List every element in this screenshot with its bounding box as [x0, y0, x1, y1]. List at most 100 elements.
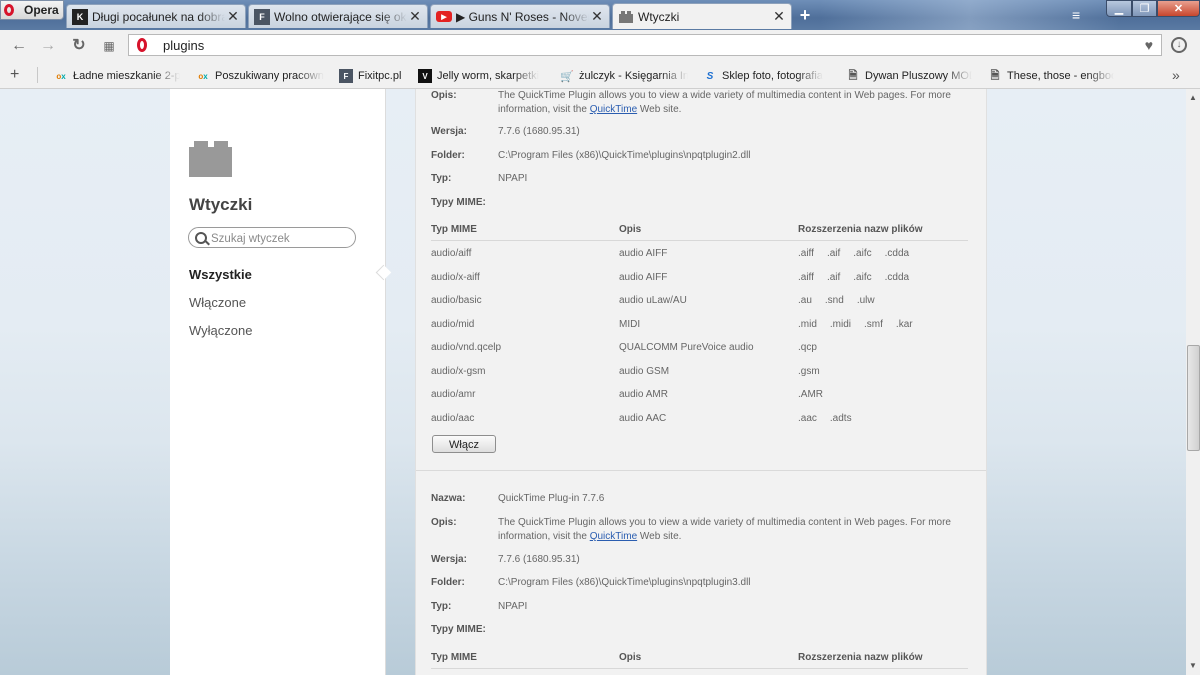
- bookmark-item[interactable]: V Jelly worm, skarpetki: [418, 68, 544, 84]
- desc-label: Opis:: [431, 90, 457, 101]
- maximize-window-button[interactable]: ❐: [1132, 0, 1157, 17]
- scrollbar-thumb[interactable]: [1187, 345, 1200, 451]
- add-bookmark-icon[interactable]: +: [10, 66, 19, 84]
- folder-label: Folder:: [431, 577, 465, 588]
- v-icon: V: [418, 69, 432, 83]
- heart-icon[interactable]: ♥: [1145, 37, 1153, 53]
- youtube-icon: ▶: [436, 11, 452, 22]
- close-tab-icon[interactable]: ✕: [589, 8, 605, 25]
- opera-menu-button[interactable]: Opera: [0, 0, 64, 20]
- col-desc-header: Opis: [619, 224, 642, 235]
- enable-button[interactable]: Włącz: [432, 435, 496, 453]
- tab-wtyczki[interactable]: Wtyczki ✕: [612, 3, 792, 29]
- bookmark-title: Fixitpc.pl: [358, 70, 402, 82]
- quicktime-link[interactable]: QuickTime: [590, 531, 637, 542]
- mime-ext-cell: .aiff .aif .aifc .cdda: [798, 272, 922, 283]
- olx-icon: ox: [198, 71, 208, 81]
- mime-ext-cell: .qcp: [798, 342, 830, 353]
- plugin-folder: C:\Program Files (x86)\QuickTime\plugins…: [498, 150, 751, 161]
- extension: .adts: [829, 412, 852, 424]
- col-ext-header: Rozszerzenia nazw plików: [798, 224, 923, 235]
- more-bookmarks-icon[interactable]: »: [1172, 67, 1180, 83]
- folder-label: Folder:: [431, 150, 465, 161]
- scroll-up-icon[interactable]: ▲: [1186, 91, 1200, 105]
- extension: .aiff: [798, 271, 814, 283]
- version-label: Wersja:: [431, 126, 467, 137]
- title-bar: Opera K Długi pocałunek na dobranoc ✕ F …: [0, 0, 1200, 30]
- search-input[interactable]: [209, 230, 353, 247]
- new-tab-icon[interactable]: +: [795, 6, 815, 25]
- col-mime-header: Typ MIME: [431, 652, 477, 663]
- plugin-version: 7.7.6 (1680.95.31): [498, 126, 580, 137]
- tab-title: ▶ Guns N' Roses - November Rain: [456, 9, 589, 24]
- nav-item-enabled[interactable]: Włączone: [189, 295, 246, 310]
- mime-type-cell: audio/x-gsm: [431, 365, 486, 377]
- bookmark-item[interactable]: F Fixitpc.pl: [339, 68, 409, 84]
- tab-title: Wtyczki: [638, 9, 680, 24]
- opera-badge-icon: [137, 38, 147, 52]
- nav-item-all[interactable]: Wszystkie: [189, 267, 252, 282]
- bookmark-title: Dywan Pluszowy MODA: [865, 70, 972, 82]
- close-tab-icon[interactable]: ✕: [225, 8, 241, 25]
- nav-item-disabled[interactable]: Wyłączone: [189, 323, 252, 338]
- desc-label: Opis:: [431, 517, 457, 528]
- extension: .gsm: [798, 365, 820, 377]
- bookmark-item[interactable]: S Sklep foto, fotografia: [703, 68, 829, 84]
- mime-ext-cell: .AMR: [798, 389, 836, 400]
- tab-favicon-icon: K: [72, 8, 88, 25]
- plugin-icon: [189, 141, 232, 177]
- type-label: Typ:: [431, 601, 452, 612]
- reload-icon[interactable]: ↻: [69, 36, 89, 56]
- address-bar[interactable]: plugins ♥: [128, 34, 1162, 56]
- bookmark-item[interactable]: 🛒 żulczyk - Księgarnia Internetowa: [560, 68, 688, 84]
- extension: .aifc: [853, 271, 872, 283]
- sidebar: Wtyczki Wszystkie Włączone Wyłączone: [170, 89, 386, 675]
- mime-type-cell: audio/mid: [431, 318, 475, 330]
- mime-desc-cell: audio AIFF: [619, 248, 668, 259]
- bookmark-item[interactable]: 🗎 Dywan Pluszowy MODA: [846, 68, 972, 84]
- scroll-down-icon[interactable]: ▼: [1186, 659, 1200, 673]
- forward-arrow-icon[interactable]: →: [38, 36, 58, 56]
- plugin-folder: C:\Program Files (x86)\QuickTime\plugins…: [498, 577, 751, 588]
- version-label: Wersja:: [431, 554, 467, 565]
- mime-type-cell: audio/aiff: [431, 248, 472, 259]
- quicktime-link[interactable]: QuickTime: [590, 104, 637, 115]
- tab-guns-n-roses[interactable]: ▶ ▶ Guns N' Roses - November Rain ✕: [430, 4, 610, 28]
- close-tab-icon[interactable]: ✕: [771, 8, 787, 25]
- mime-type-cell: audio/x-aiff: [431, 271, 480, 283]
- vertical-scrollbar[interactable]: ▲ ▼: [1186, 89, 1200, 675]
- tab-menu-icon[interactable]: ≡: [1072, 8, 1088, 22]
- download-icon[interactable]: ↓: [1171, 37, 1187, 53]
- plugin-list: Opis: The QuickTime Plugin allows you to…: [415, 89, 987, 675]
- cart-icon: 🛒: [560, 70, 574, 83]
- close-tab-icon[interactable]: ✕: [407, 8, 423, 25]
- tab-dlugi-pocalunek[interactable]: K Długi pocałunek na dobranoc ✕: [66, 4, 246, 28]
- tab-title: Wolno otwierające się okna: [274, 9, 407, 24]
- tab-favicon-icon: F: [254, 8, 270, 25]
- address-text[interactable]: plugins: [163, 38, 204, 53]
- speed-dial-icon[interactable]: ▦: [99, 36, 119, 56]
- minimize-window-button[interactable]: ▁: [1106, 0, 1132, 17]
- extension: .aif: [826, 248, 841, 259]
- extension: .AMR: [798, 389, 823, 400]
- extension: .au: [798, 295, 812, 306]
- plugin-card-divider: [416, 470, 986, 471]
- type-label: Typ:: [431, 173, 452, 184]
- plugin-version: 7.7.6 (1680.95.31): [498, 554, 580, 565]
- navigation-bar: ← → ↻ ▦ plugins ♥ ↓: [0, 30, 1200, 62]
- mime-type-cell: audio/amr: [431, 389, 476, 400]
- bookmark-item[interactable]: 🗎 These, those - engbook: [988, 68, 1114, 84]
- back-arrow-icon[interactable]: ←: [9, 36, 29, 56]
- opera-logo-icon: [4, 4, 14, 16]
- search-box[interactable]: [188, 227, 356, 248]
- extension: .qcp: [798, 342, 817, 353]
- bookmark-title: Jelly worm, skarpetki: [437, 70, 540, 82]
- name-label: Nazwa:: [431, 493, 466, 504]
- close-window-button[interactable]: ✕: [1157, 0, 1200, 17]
- bookmark-item[interactable]: ox Ładne mieszkanie 2-pokojowe: [54, 68, 180, 84]
- extension: .snd: [824, 295, 844, 306]
- tab-wolno-otwierajace[interactable]: F Wolno otwierające się okna ✕: [248, 4, 428, 28]
- mime-desc-cell: audio uLaw/AU: [619, 295, 687, 306]
- mime-type-cell: audio/aac: [431, 412, 475, 424]
- bookmark-item[interactable]: ox Poszukiwany pracownik: [196, 68, 324, 84]
